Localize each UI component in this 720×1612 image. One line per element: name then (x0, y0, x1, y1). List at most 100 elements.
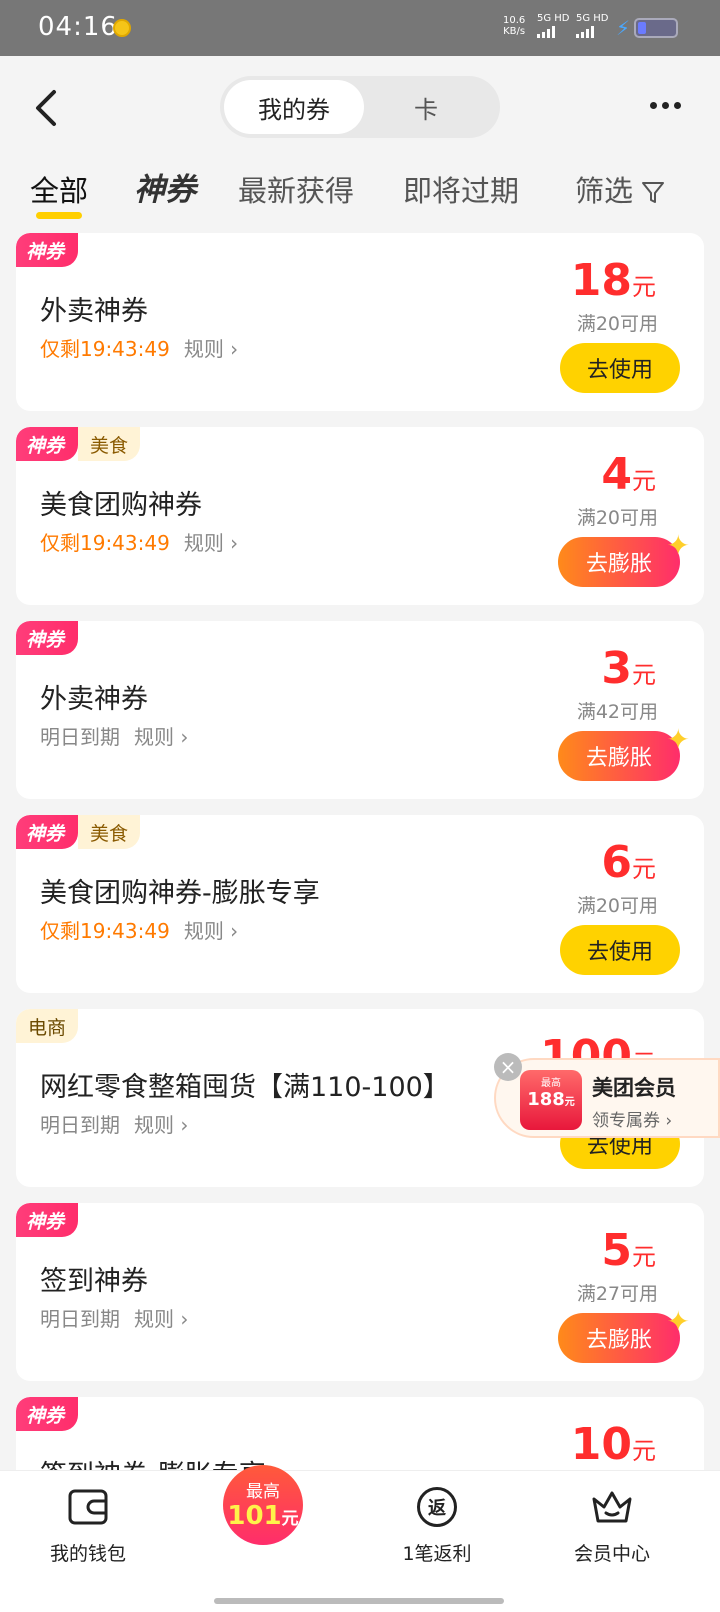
gift-icon: 最高 188元 (520, 1070, 582, 1130)
nav-rebate-label: 1笔返利 (402, 1543, 472, 1565)
coupon-card[interactable]: 神券 美食 美食团购神券 仅剩19:43:49 规则 › 4元 满20可用 去膨胀 ✦ (16, 427, 704, 605)
coupon-rule-link[interactable]: 规则 › (134, 1307, 188, 1331)
tab-expiring[interactable]: 即将过期 (403, 168, 519, 210)
center-promo-unit: 元 (281, 1509, 299, 1529)
expand-button-label: 去膨胀 (585, 552, 652, 577)
coupon-title: 外卖神券 (40, 684, 148, 715)
coupon-tag: 神券 (16, 815, 79, 849)
coupon-meta: 明日到期 规则 › (40, 1303, 188, 1332)
coupon-expiry: 仅剩19:43:49 (40, 531, 170, 555)
status-time: 04:16 (38, 12, 118, 42)
coupon-title: 外卖神券 (40, 296, 148, 327)
coupon-title: 签到神券 (40, 1266, 148, 1297)
coupon-amount-value: 18 (570, 255, 632, 306)
coupon-condition: 满42可用 (576, 701, 658, 723)
close-icon[interactable]: × (494, 1053, 522, 1081)
coupon-rule-link[interactable]: 规则 › (134, 725, 188, 749)
home-indicator (214, 1598, 504, 1604)
coupon-amount-value: 4 (601, 449, 632, 500)
expand-button[interactable]: 去膨胀 ✦ (558, 529, 690, 587)
coupon-meta: 仅剩19:43:49 规则 › (40, 527, 238, 556)
member-promo-badge[interactable]: 最高 188元 美团会员 领专属券 › (494, 1058, 720, 1138)
coupon-expiry: 明日到期 (40, 1113, 120, 1137)
sparkle-icon: ✦ (666, 529, 690, 562)
use-button[interactable]: 去使用 (560, 343, 680, 393)
filter-icon (642, 182, 665, 203)
sparkle-icon: ✦ (666, 723, 690, 756)
coupon-condition: 满20可用 (576, 507, 658, 529)
coupon-rule-link[interactable]: 规则 › (184, 919, 238, 943)
filter-tabs: 全部 神券 最新获得 即将过期 筛选 (0, 160, 720, 232)
nav-wallet[interactable]: 我的钱包 (18, 1481, 158, 1566)
tab-indicator (36, 212, 82, 219)
tab-newest[interactable]: 最新获得 (238, 168, 354, 210)
network-speed: 10.6 KB/s (503, 15, 525, 37)
coupon-rule-link[interactable]: 规则 › (134, 1113, 188, 1137)
nav-wallet-label: 我的钱包 (49, 1543, 126, 1565)
coupon-title: 美食团购神券 (40, 490, 202, 521)
segment-control: 我的券 卡 (220, 76, 500, 138)
coupon-condition: 满27可用 (576, 1283, 658, 1305)
tab-filter-label: 筛选 (575, 174, 634, 208)
nav-member-center[interactable]: 会员中心 (542, 1481, 682, 1566)
gift-amount: 188 (527, 1089, 565, 1110)
coupon-amount-unit: 元 (632, 1243, 656, 1271)
member-promo-subtitle: 领专属券 › (592, 1111, 673, 1131)
coupon-tag: 神券 (16, 621, 79, 655)
tab-filter[interactable]: 筛选 (575, 168, 665, 210)
coupon-amount: 10元 (571, 1419, 656, 1470)
coupon-amount-unit: 元 (632, 467, 656, 495)
gift-top-label: 最高 (541, 1078, 561, 1089)
coupon-category-tag: 美食 (78, 427, 141, 461)
coupon-card[interactable]: 神券 美食 美食团购神券-膨胀专享 仅剩19:43:49 规则 › 6元 满20可用… (16, 815, 704, 993)
segment-cards[interactable]: 卡 (356, 80, 496, 134)
rebate-icon: 返 (417, 1487, 457, 1527)
coupon-card[interactable]: 神券 外卖神券 仅剩19:43:49 规则 › 18元 满20可用 去使用 (16, 233, 704, 411)
coupon-meta: 明日到期 规则 › (40, 1109, 188, 1138)
use-button[interactable]: 去使用 (560, 925, 680, 975)
member-promo-title: 美团会员 (592, 1076, 676, 1100)
coupon-amount-unit: 元 (632, 1437, 656, 1465)
nav-rebate[interactable]: 返 1笔返利 (367, 1481, 507, 1566)
center-promo-amount: 101 (227, 1501, 282, 1531)
coupon-amount: 4元 (601, 449, 656, 500)
chevron-left-icon (36, 90, 56, 126)
expand-button-label: 去膨胀 (585, 1328, 652, 1353)
coupon-meta: 仅剩19:43:49 规则 › (40, 915, 238, 944)
coupon-rule-link[interactable]: 规则 › (184, 337, 238, 361)
nav-center-promo[interactable]: 最高 101元 (223, 1465, 303, 1545)
coupon-tag: 神券 (16, 1397, 79, 1431)
bottom-nav: 我的钱包 最高 101元 返 1笔返利 会员中心 (0, 1465, 720, 1612)
coupon-amount: 18元 (571, 255, 656, 306)
coupon-amount-value: 5 (601, 1225, 632, 1276)
battery-icon (634, 18, 678, 38)
tab-all[interactable]: 全部 (30, 168, 88, 210)
expand-button-label: 去膨胀 (585, 746, 652, 771)
expand-button[interactable]: 去膨胀 ✦ (558, 1305, 690, 1363)
coupon-expiry: 明日到期 (40, 1307, 120, 1331)
coupon-amount-value: 6 (601, 837, 632, 888)
coupon-card[interactable]: 神券 外卖神券 明日到期 规则 › 3元 满42可用 去膨胀 ✦ (16, 621, 704, 799)
back-button[interactable] (28, 86, 68, 130)
gift-unit: 元 (564, 1097, 575, 1108)
coupon-tag: 神券 (16, 427, 79, 461)
coupon-rule-link[interactable]: 规则 › (184, 531, 238, 555)
expand-button[interactable]: 去膨胀 ✦ (558, 723, 690, 781)
coupon-condition: 满20可用 (576, 313, 658, 335)
coupon-title: 美食团购神券-膨胀专享 (40, 878, 320, 909)
nav-member-label: 会员中心 (573, 1543, 650, 1565)
coupon-amount: 5元 (601, 1225, 656, 1276)
coupon-amount: 3元 (601, 643, 656, 694)
more-icon[interactable] (650, 102, 681, 109)
coupon-expiry: 仅剩19:43:49 (40, 337, 170, 361)
coupon-amount-unit: 元 (632, 661, 656, 689)
segment-my-coupons[interactable]: 我的券 (224, 80, 364, 134)
coupon-meta: 明日到期 规则 › (40, 721, 188, 750)
coupon-expiry: 明日到期 (40, 725, 120, 749)
tab-shen-coupon[interactable]: 神券 (134, 164, 196, 209)
header: 我的券 卡 (0, 56, 720, 160)
signal-icon: 5G HD (537, 14, 570, 38)
coupon-meta: 仅剩19:43:49 规则 › (40, 333, 238, 362)
coupon-tag: 神券 (16, 233, 79, 267)
coupon-card[interactable]: 神券 签到神券 明日到期 规则 › 5元 满27可用 去膨胀 ✦ (16, 1203, 704, 1381)
